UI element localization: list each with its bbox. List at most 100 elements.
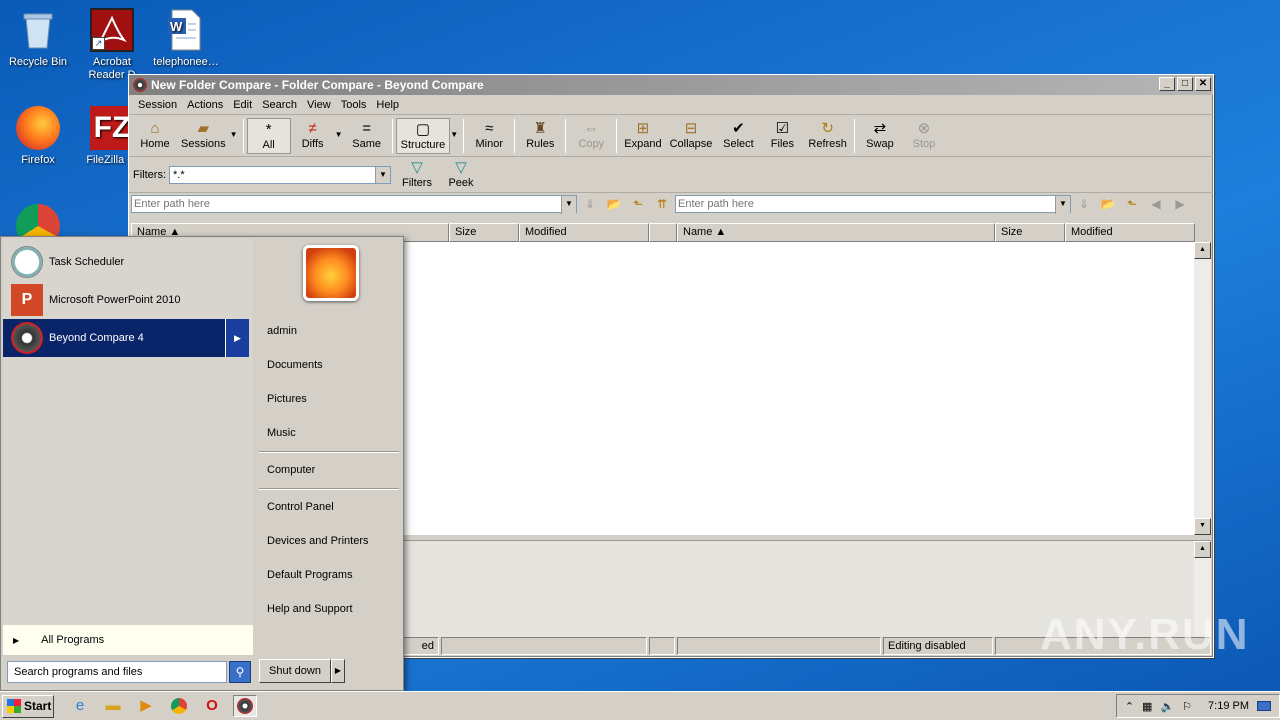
parent-folder-icon[interactable]: ⬑	[627, 195, 649, 213]
desktop-icon-acrobat[interactable]: ↗ Acrobat Reader D	[74, 8, 150, 82]
scroll-up-icon[interactable]: ▲	[1194, 541, 1211, 558]
show-same-button[interactable]: = Same	[345, 118, 389, 154]
link-computer[interactable]: Computer	[267, 464, 315, 476]
shortcut-arrow-icon: ↗	[92, 37, 105, 50]
desktop-icon-firefox[interactable]: Firefox	[0, 106, 76, 167]
beyond-compare-taskbar-icon[interactable]	[233, 695, 257, 717]
scroll-up-icon[interactable]: ▲	[1194, 242, 1211, 259]
show-all-button[interactable]: * All	[246, 118, 291, 154]
menu-search[interactable]: Search	[257, 95, 302, 114]
link-help-support[interactable]: Help and Support	[267, 603, 353, 615]
close-button[interactable]: ✕	[1195, 77, 1211, 91]
opera-icon[interactable]: O	[200, 695, 224, 717]
menu-help[interactable]: Help	[371, 95, 404, 114]
diffs-dropdown-arrow[interactable]: ▼	[335, 118, 345, 139]
open-folder-icon[interactable]: 📂	[1097, 195, 1119, 213]
desktop-icon-word-doc[interactable]: W telephonee…	[148, 8, 224, 69]
menu-actions[interactable]: Actions	[182, 95, 228, 114]
network-icon[interactable]: ▦	[1142, 700, 1152, 713]
minor-button[interactable]: ≈ Minor	[467, 118, 511, 154]
open-folder-icon[interactable]: 📂	[603, 195, 625, 213]
collapse-button[interactable]: ⊟ Collapse	[666, 118, 717, 154]
folder-icon[interactable]: ▬	[101, 695, 125, 717]
window-titlebar[interactable]: New Folder Compare - Folder Compare - Be…	[129, 75, 1213, 95]
refresh-button[interactable]: ↻ Refresh	[804, 118, 851, 154]
menu-edit[interactable]: Edit	[228, 95, 257, 114]
program-task-scheduler[interactable]: Task Scheduler	[3, 243, 253, 281]
submenu-arrow-icon[interactable]: ▶	[225, 319, 249, 357]
expand-button[interactable]: ⊞ Expand	[620, 118, 665, 154]
left-size-column[interactable]: Size	[449, 223, 519, 242]
link-control-panel[interactable]: Control Panel	[267, 501, 334, 513]
start-search-input[interactable]: Search programs and files	[7, 661, 227, 683]
stop-button[interactable]: ⊗ Stop	[902, 118, 946, 154]
all-programs[interactable]: ▶ All Programs	[3, 625, 253, 655]
menu-session[interactable]: Session	[133, 95, 182, 114]
structure-button[interactable]: ▢ Structure	[395, 118, 451, 154]
link-documents[interactable]: Documents	[267, 359, 323, 371]
link-default-programs[interactable]: Default Programs	[267, 569, 353, 581]
filter-combo[interactable]: *.* ▼	[169, 165, 391, 184]
desktop-icon-recycle-bin[interactable]: Recycle Bin	[0, 8, 76, 69]
left-path-input[interactable]	[132, 196, 561, 212]
scroll-down-icon[interactable]: ▼	[1194, 518, 1211, 535]
peek-button[interactable]: ▽ Peek	[439, 157, 483, 193]
home-button[interactable]: ⌂ Home	[133, 118, 177, 154]
filters-button[interactable]: ▽ Filters	[395, 157, 439, 193]
sessions-button[interactable]: ▰ Sessions	[177, 118, 230, 154]
start-button[interactable]: Start	[2, 694, 54, 718]
vertical-scrollbar[interactable]: ▲ ▼	[1194, 242, 1211, 535]
back-icon[interactable]: ◀	[1145, 195, 1167, 213]
chrome-icon[interactable]	[167, 695, 191, 717]
right-size-column[interactable]: Size	[995, 223, 1065, 242]
filter-bar: Filters: *.* ▼ ▽ Filters ▽ Peek	[129, 157, 1213, 193]
program-beyond-compare[interactable]: Beyond Compare 4 ▶	[3, 319, 249, 357]
user-avatar[interactable]	[303, 245, 359, 301]
chevron-down-icon[interactable]: ▼	[375, 166, 390, 183]
down-arrow-icon[interactable]: ⇓	[1073, 195, 1095, 213]
chevron-down-icon[interactable]: ▼	[561, 196, 576, 214]
rules-button[interactable]: ♜ Rules	[518, 118, 562, 154]
shutdown-button[interactable]: Shut down	[259, 659, 331, 683]
sync-folders-icon[interactable]: ⇈	[651, 195, 673, 213]
shutdown-options-arrow[interactable]: ▶	[331, 659, 345, 683]
swap-button[interactable]: ⇄ Swap	[858, 118, 902, 154]
clock[interactable]: 7:19 PM	[1208, 700, 1249, 712]
right-path-box: ▼	[675, 195, 1071, 214]
down-arrow-icon[interactable]: ⇓	[579, 195, 601, 213]
filter-value[interactable]: *.*	[170, 167, 375, 183]
copy-button[interactable]: ⇔ Copy	[569, 118, 613, 154]
right-path-input[interactable]	[676, 196, 1055, 212]
files-button[interactable]: ☑ Files	[760, 118, 804, 154]
toolbar-separator	[463, 119, 465, 153]
left-modified-column[interactable]: Modified	[519, 223, 649, 242]
action-center-flag-icon[interactable]: ⚐	[1182, 700, 1192, 713]
structure-dropdown-arrow[interactable]: ▼	[450, 118, 460, 139]
show-desktop-icon[interactable]	[1257, 701, 1271, 711]
forward-icon[interactable]: ▶	[1169, 195, 1191, 213]
maximize-button[interactable]: □	[1177, 77, 1193, 91]
select-button[interactable]: ✔ Select	[716, 118, 760, 154]
sessions-dropdown-arrow[interactable]: ▼	[230, 118, 240, 139]
home-icon: ⌂	[150, 120, 160, 137]
minimize-button[interactable]: _	[1159, 77, 1175, 91]
link-admin[interactable]: admin	[267, 325, 297, 337]
media-player-icon[interactable]: ▶	[134, 695, 158, 717]
internet-explorer-icon[interactable]: e	[68, 695, 92, 717]
sort-ascending-icon: ▲	[715, 226, 727, 238]
right-modified-column[interactable]: Modified	[1065, 223, 1195, 242]
volume-icon[interactable]: 🔈	[1160, 700, 1174, 713]
search-icon[interactable]: ⚲	[229, 661, 251, 683]
program-powerpoint[interactable]: P Microsoft PowerPoint 2010	[3, 281, 253, 319]
parent-folder-icon[interactable]: ⬑	[1121, 195, 1143, 213]
chevron-down-icon[interactable]: ▼	[1055, 196, 1070, 214]
status-editing: Editing disabled	[883, 637, 993, 655]
right-name-column[interactable]: Name ▲	[677, 223, 995, 242]
link-devices-printers[interactable]: Devices and Printers	[267, 535, 369, 547]
menu-view[interactable]: View	[302, 95, 336, 114]
show-diffs-button[interactable]: ≠ Diffs	[291, 118, 335, 154]
menu-tools[interactable]: Tools	[336, 95, 372, 114]
link-music[interactable]: Music	[267, 427, 296, 439]
show-hidden-icons-icon[interactable]: ⌃	[1125, 700, 1134, 713]
link-pictures[interactable]: Pictures	[267, 393, 307, 405]
